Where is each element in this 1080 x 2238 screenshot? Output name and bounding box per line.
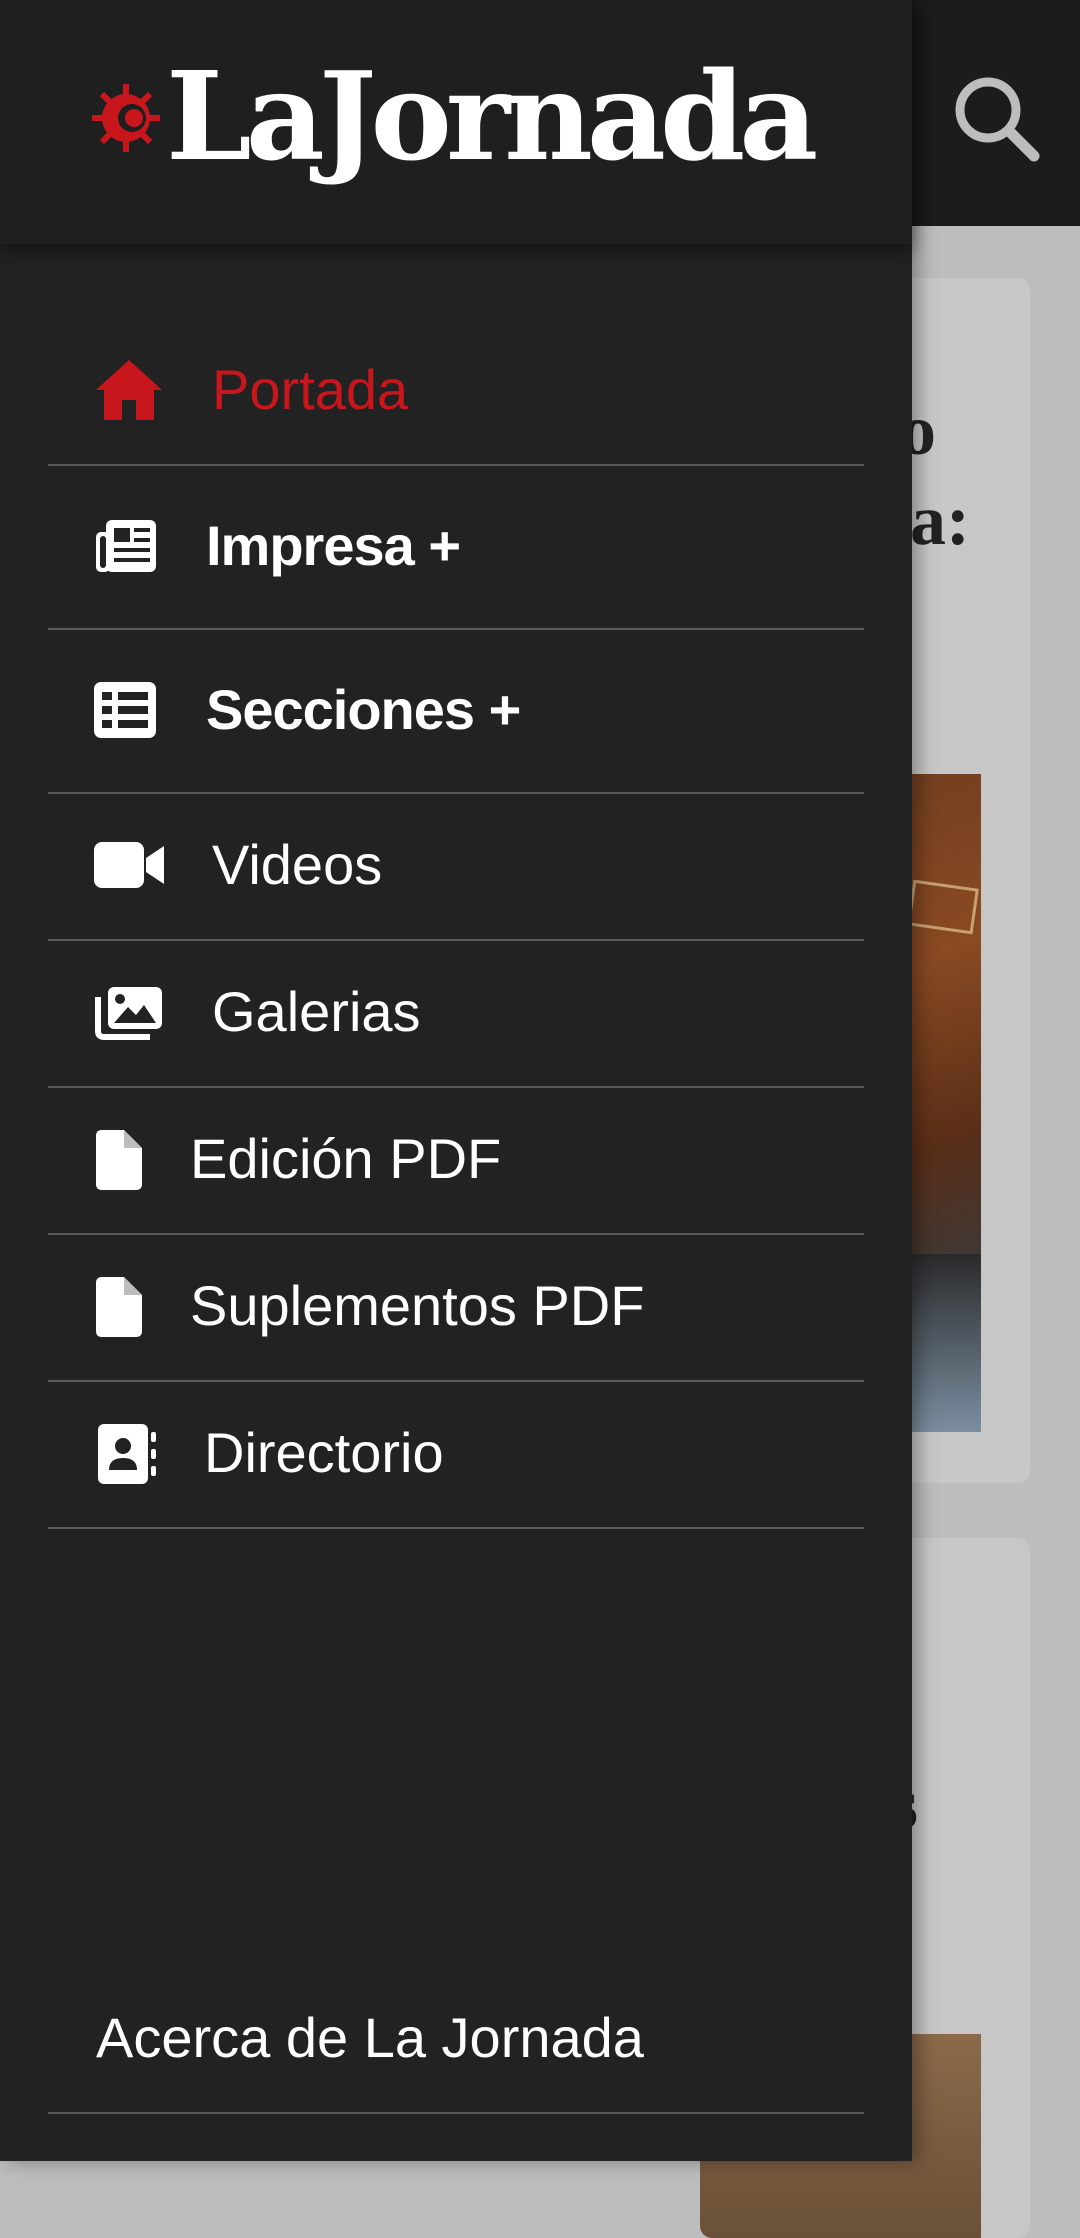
sun-logo-icon <box>92 84 160 152</box>
headline-fragment: a: <box>910 480 970 560</box>
menu-item-label: Portada <box>212 358 409 421</box>
file-icon <box>96 1277 142 1337</box>
menu-item-directorio[interactable]: Directorio <box>48 1380 864 1529</box>
address-book-icon <box>98 1424 158 1484</box>
brand-name: LaJornada <box>166 44 818 188</box>
menu-item-label: Galerias <box>212 980 421 1043</box>
menu-item-edicion-pdf[interactable]: Edición PDF <box>48 1086 864 1235</box>
search-button[interactable] <box>948 70 1044 166</box>
search-icon <box>955 77 1040 162</box>
menu-item-portada[interactable]: Portada <box>48 318 864 466</box>
images-icon <box>94 985 164 1041</box>
menu-item-label: Impresa + <box>206 514 461 577</box>
navigation-drawer: LaJornada Portada Impresa + Secciones + … <box>0 0 912 2161</box>
menu-item-label: Directorio <box>204 1421 444 1484</box>
newspaper-icon <box>94 518 158 574</box>
drawer-header: LaJornada <box>0 0 912 244</box>
menu-item-galerias[interactable]: Galerias <box>48 939 864 1088</box>
menu-item-label: Secciones + <box>206 678 521 741</box>
home-icon <box>94 358 164 422</box>
menu-item-label: Edición PDF <box>190 1127 502 1190</box>
logo[interactable]: LaJornada <box>92 36 818 196</box>
menu-item-secciones[interactable]: Secciones + <box>48 628 864 794</box>
file-icon <box>96 1130 142 1190</box>
menu-item-suplementos-pdf[interactable]: Suplementos PDF <box>48 1233 864 1382</box>
menu-item-videos[interactable]: Videos <box>48 792 864 941</box>
video-camera-icon <box>94 842 166 888</box>
menu-item-impresa[interactable]: Impresa + <box>48 464 864 630</box>
about-link-label: Acerca de La Jornada <box>96 2006 644 2069</box>
menu-item-label: Videos <box>212 833 383 896</box>
about-link[interactable]: Acerca de La Jornada <box>48 1970 864 2114</box>
menu-item-label: Suplementos PDF <box>190 1274 645 1337</box>
list-icon <box>94 682 156 738</box>
